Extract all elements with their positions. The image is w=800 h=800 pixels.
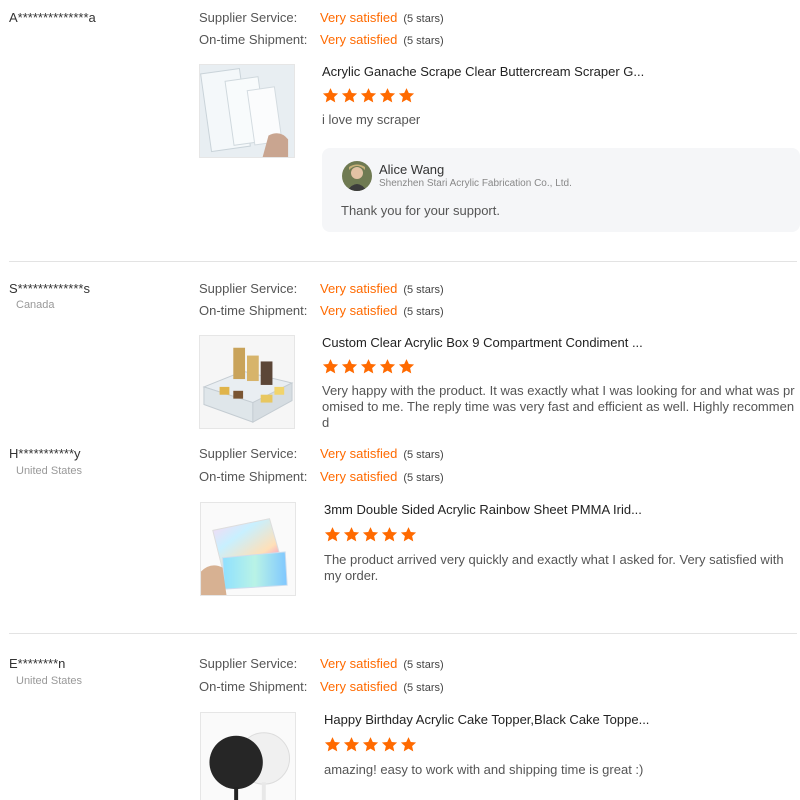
review-comment: Very happy with the product. It was exac… xyxy=(322,383,795,430)
supplier-service-label: Supplier Service: xyxy=(199,656,298,671)
shipment-rating: On-time Shipment: Very satisfied (5 stars) xyxy=(199,32,444,47)
star-icon xyxy=(398,359,415,374)
product-title-link[interactable]: Happy Birthday Acrylic Cake Topper,Black… xyxy=(324,712,649,727)
supplier-service-value: Very satisfied xyxy=(320,656,398,671)
shipment-label: On-time Shipment: xyxy=(199,679,308,694)
product-title-link[interactable]: Acrylic Ganache Scrape Clear Buttercream… xyxy=(322,64,644,79)
shipment-label: On-time Shipment: xyxy=(199,303,308,318)
star-rating xyxy=(324,736,417,753)
shipment-rating: On-time Shipment: Very satisfied (5 stars) xyxy=(199,679,444,694)
star-icon xyxy=(341,359,358,374)
avatar xyxy=(342,161,372,191)
review-divider xyxy=(9,633,797,634)
shipment-stars-text: (5 stars) xyxy=(403,472,444,484)
shipment-rating: On-time Shipment: Very satisfied (5 stars) xyxy=(199,469,444,484)
star-icon xyxy=(343,737,360,752)
shipment-stars-text: (5 stars) xyxy=(403,35,444,47)
review-divider xyxy=(9,261,797,262)
review-comment: amazing! easy to work with and shipping … xyxy=(324,762,644,777)
star-icon xyxy=(379,88,396,103)
shipment-value: Very satisfied xyxy=(320,469,398,484)
product-thumbnail[interactable] xyxy=(200,712,296,800)
cake-topper-image xyxy=(201,713,295,800)
shipment-value: Very satisfied xyxy=(320,303,398,318)
shipment-rating: On-time Shipment: Very satisfied (5 stars) xyxy=(199,303,444,318)
scraper-image xyxy=(200,65,294,157)
shipment-stars-text: (5 stars) xyxy=(403,306,444,318)
star-icon xyxy=(398,88,415,103)
supplier-service-rating: Supplier Service: Very satisfied (5 stars) xyxy=(199,446,444,461)
supplier-service-stars-text: (5 stars) xyxy=(403,449,444,461)
review-comment: The product arrived very quickly and exa… xyxy=(324,552,784,583)
supplier-service-value: Very satisfied xyxy=(320,281,398,296)
reply-author-name: Alice Wang xyxy=(379,162,445,177)
supplier-service-value: Very satisfied xyxy=(320,446,398,461)
reply-text: Thank you for your support. xyxy=(341,203,500,218)
reply-company-name: Shenzhen Stari Acrylic Fabrication Co., … xyxy=(379,178,572,189)
avatar-image xyxy=(342,161,372,191)
shipment-value: Very satisfied xyxy=(320,679,398,694)
buyer-name: H***********y xyxy=(9,446,81,461)
buyer-name: S*************s xyxy=(9,281,90,296)
star-icon xyxy=(343,527,360,542)
star-icon xyxy=(400,527,417,542)
star-rating xyxy=(322,358,415,375)
buyer-name: E********n xyxy=(9,656,66,671)
star-icon xyxy=(362,527,379,542)
supplier-service-stars-text: (5 stars) xyxy=(403,284,444,296)
buyer-name: A**************a xyxy=(9,10,96,25)
star-icon xyxy=(360,359,377,374)
supplier-service-value: Very satisfied xyxy=(320,10,398,25)
star-rating xyxy=(324,526,417,543)
rainbow-sheet-image xyxy=(201,503,295,595)
supplier-service-label: Supplier Service: xyxy=(199,281,298,296)
condiment-box-image xyxy=(200,336,294,428)
shipment-label: On-time Shipment: xyxy=(199,32,308,47)
shipment-stars-text: (5 stars) xyxy=(403,682,444,694)
supplier-service-stars-text: (5 stars) xyxy=(403,13,444,25)
star-icon xyxy=(381,737,398,752)
product-thumbnail[interactable] xyxy=(200,502,296,596)
review-comment: i love my scraper xyxy=(322,112,421,127)
supplier-reply: Alice Wang Shenzhen Stari Acrylic Fabric… xyxy=(322,148,800,232)
supplier-service-rating: Supplier Service: Very satisfied (5 stars) xyxy=(199,656,444,671)
buyer-country: United States xyxy=(16,675,83,687)
star-icon xyxy=(341,88,358,103)
star-icon xyxy=(322,88,339,103)
supplier-service-rating: Supplier Service: Very satisfied (5 stars) xyxy=(199,281,444,296)
product-title-link[interactable]: Custom Clear Acrylic Box 9 Compartment C… xyxy=(322,335,643,350)
star-icon xyxy=(379,359,396,374)
shipment-value: Very satisfied xyxy=(320,32,398,47)
star-icon xyxy=(322,359,339,374)
star-icon xyxy=(362,737,379,752)
star-icon xyxy=(400,737,417,752)
supplier-service-label: Supplier Service: xyxy=(199,10,298,25)
product-thumbnail[interactable] xyxy=(199,64,295,158)
product-thumbnail[interactable] xyxy=(199,335,295,429)
product-title-link[interactable]: 3mm Double Sided Acrylic Rainbow Sheet P… xyxy=(324,502,642,517)
star-icon xyxy=(381,527,398,542)
supplier-service-stars-text: (5 stars) xyxy=(403,659,444,671)
supplier-service-label: Supplier Service: xyxy=(199,446,298,461)
star-icon xyxy=(324,737,341,752)
star-icon xyxy=(324,527,341,542)
star-rating xyxy=(322,87,415,104)
shipment-label: On-time Shipment: xyxy=(199,469,308,484)
star-icon xyxy=(360,88,377,103)
buyer-country: Canada xyxy=(16,299,55,311)
buyer-country: United States xyxy=(16,465,83,477)
supplier-service-rating: Supplier Service: Very satisfied (5 stars) xyxy=(199,10,444,25)
